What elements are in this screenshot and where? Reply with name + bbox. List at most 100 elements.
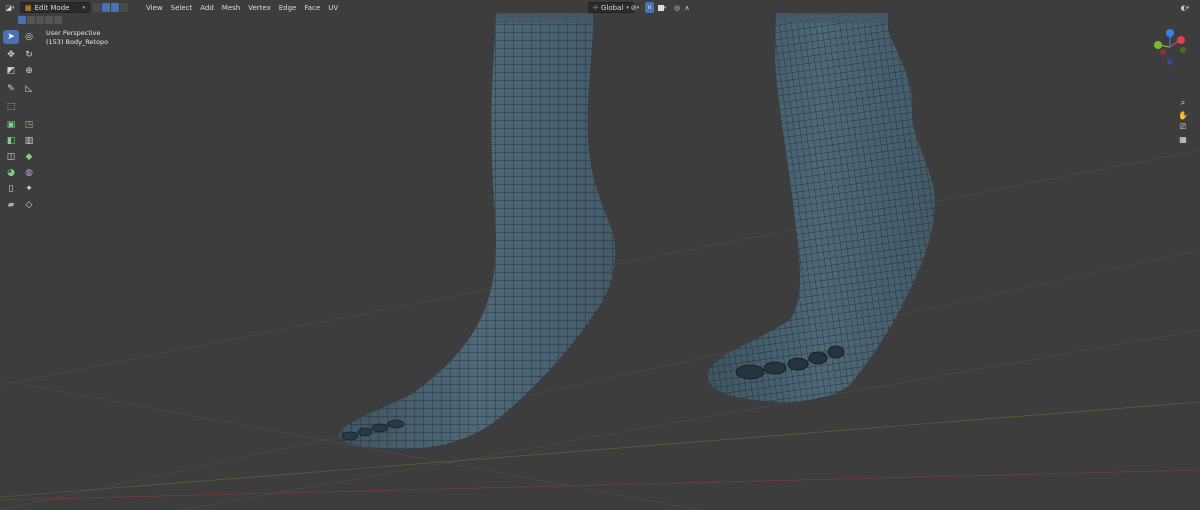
- proportional-icon: ◎: [673, 3, 681, 12]
- poly-build-tool-button[interactable]: ◆: [21, 150, 37, 164]
- add-cube-tool-button[interactable]: ⬚: [3, 100, 19, 114]
- shear-icon: ▰: [7, 199, 15, 210]
- chevron-down-icon: ▾: [12, 4, 15, 11]
- inset-icon: ◳: [24, 119, 34, 130]
- select-intersect-button[interactable]: [54, 16, 62, 24]
- smooth-icon: ◍: [25, 167, 33, 178]
- spin-icon: ◕: [7, 167, 15, 178]
- chevron-down-icon: ▾: [82, 4, 85, 11]
- orientation-dropdown[interactable]: ⊹ Global ▾: [588, 2, 634, 13]
- inset-tool-button[interactable]: ◳: [21, 118, 37, 132]
- shrink-fatten-tool-button[interactable]: ✦: [21, 182, 37, 196]
- edge-select-button[interactable]: [102, 3, 110, 12]
- smooth-tool-button[interactable]: ◍: [21, 166, 37, 180]
- orientation-label: Global: [601, 3, 624, 12]
- y-axis-line: [0, 401, 1200, 498]
- bevel-icon: ◧: [6, 135, 16, 146]
- view-name: User Perspective: [46, 29, 101, 37]
- poly-build-icon: ◆: [25, 151, 33, 162]
- select-tool-button[interactable]: ➤: [3, 30, 19, 44]
- menu-uv[interactable]: UV: [324, 4, 342, 12]
- chevron-down-icon: ▾: [1186, 4, 1190, 11]
- bevel-tool-button[interactable]: ◧: [3, 134, 19, 148]
- perspective-toggle-button[interactable]: ▦: [1176, 132, 1190, 146]
- annotate-tool-button[interactable]: ✎: [3, 82, 19, 96]
- knife-icon: ◫: [6, 151, 16, 162]
- viewport-header: ◪ ▾ ▦ Edit Mode ▾ View Select Add Mesh Ve…: [0, 0, 1200, 15]
- object-name: (153) Body_Retopo: [46, 38, 109, 46]
- select-subtract-button[interactable]: [36, 16, 44, 24]
- mode-dropdown[interactable]: ▦ Edit Mode ▾: [20, 2, 90, 13]
- extrude-tool-button[interactable]: ▣: [3, 118, 19, 132]
- proportional-falloff-button[interactable]: ∧: [682, 2, 692, 13]
- snap-target-button[interactable]: ▾: [656, 2, 668, 13]
- cube-icon: ◪: [5, 3, 13, 12]
- menu-face[interactable]: Face: [300, 4, 324, 12]
- rotate-tool-button[interactable]: ↻: [21, 48, 37, 62]
- editor-type-button[interactable]: ◪ ▾: [3, 2, 17, 13]
- move-icon: ✥: [7, 49, 15, 60]
- x-axis-line: [0, 469, 1200, 501]
- tool-settings-row: [18, 16, 62, 24]
- measure-icon: ◺: [25, 83, 33, 94]
- pivot-button[interactable]: ⊘ ▾: [628, 2, 642, 13]
- 3d-viewport[interactable]: ◪ ▾ ▦ Edit Mode ▾ View Select Add Mesh Ve…: [0, 0, 1200, 510]
- 3d-cursor-icon: ◎: [25, 31, 33, 42]
- edit-mode-icon: ▦: [25, 3, 32, 12]
- loop-cut-icon: ▥: [24, 135, 34, 146]
- scale-tool-button[interactable]: ◩: [3, 64, 19, 78]
- annotate-icon: ✎: [7, 83, 15, 94]
- viewport-scene: [0, 13, 1200, 510]
- rip-icon: ◇: [25, 199, 33, 210]
- menu-mesh[interactable]: Mesh: [218, 4, 244, 12]
- shrink-fatten-icon: ✦: [25, 183, 33, 194]
- spin-tool-button[interactable]: ◕: [3, 166, 19, 180]
- left-foot-mesh: [339, 13, 616, 450]
- chevron-down-icon: ▾: [636, 4, 640, 11]
- menu-select[interactable]: Select: [167, 4, 197, 12]
- header-menus: View Select Add Mesh Vertex Edge Face UV: [142, 4, 342, 12]
- right-foot-mesh: [707, 13, 935, 402]
- extrude-icon: ▣: [6, 119, 16, 130]
- vertex-select-button[interactable]: [93, 3, 101, 12]
- viewport-shading-button[interactable]: ◐ ▾: [1176, 2, 1194, 13]
- rotate-icon: ↻: [25, 49, 33, 60]
- face-select-button[interactable]: [111, 3, 119, 12]
- snap-toggle[interactable]: ∩: [645, 2, 654, 13]
- rip-tool-button[interactable]: ◇: [21, 198, 37, 212]
- cursor-select-icon: ➤: [7, 31, 15, 42]
- transform-tool-button[interactable]: ⊕: [21, 64, 37, 78]
- menu-vertex[interactable]: Vertex: [244, 4, 275, 12]
- camera-icon: ⎚: [1179, 122, 1187, 131]
- select-extend-button[interactable]: [27, 16, 35, 24]
- grid-icon: ▦: [1179, 134, 1187, 144]
- viewport-info: User Perspective (153) Body_Retopo: [46, 29, 108, 47]
- menu-add[interactable]: Add: [196, 4, 218, 12]
- measure-tool-button[interactable]: ◺: [21, 82, 37, 96]
- falloff-icon: ∧: [684, 3, 690, 12]
- move-tool-button[interactable]: ✥: [3, 48, 19, 62]
- add-cube-icon: ⬚: [6, 101, 16, 112]
- edge-slide-tool-button[interactable]: ▯: [3, 182, 19, 196]
- chevron-down-icon: ▾: [663, 4, 667, 11]
- knife-tool-button[interactable]: ◫: [3, 150, 19, 164]
- menu-edge[interactable]: Edge: [275, 4, 301, 12]
- select-new-button[interactable]: [18, 16, 26, 24]
- navigation-gizmo: [1154, 29, 1186, 65]
- loop-cut-tool-button[interactable]: ▥: [21, 134, 37, 148]
- edge-slide-icon: ▯: [8, 183, 14, 194]
- cursor-tool-button[interactable]: ◎: [21, 30, 37, 44]
- select-mode-group: [93, 3, 128, 12]
- zoom-icon: ⌕: [1180, 98, 1186, 107]
- hand-pan-icon: ✋: [1178, 110, 1188, 120]
- transform-icon: ⊕: [25, 65, 33, 76]
- shear-tool-button[interactable]: ▰: [3, 198, 19, 212]
- scale-icon: ◩: [6, 65, 16, 76]
- magnet-icon: ∩: [647, 4, 652, 11]
- axes-icon: ⊹: [593, 4, 599, 11]
- extra-select-button[interactable]: [120, 3, 128, 12]
- mode-label: Edit Mode: [34, 3, 70, 12]
- proportional-edit-button[interactable]: ◎: [672, 2, 682, 13]
- menu-view[interactable]: View: [142, 4, 167, 12]
- select-invert-button[interactable]: [45, 16, 53, 24]
